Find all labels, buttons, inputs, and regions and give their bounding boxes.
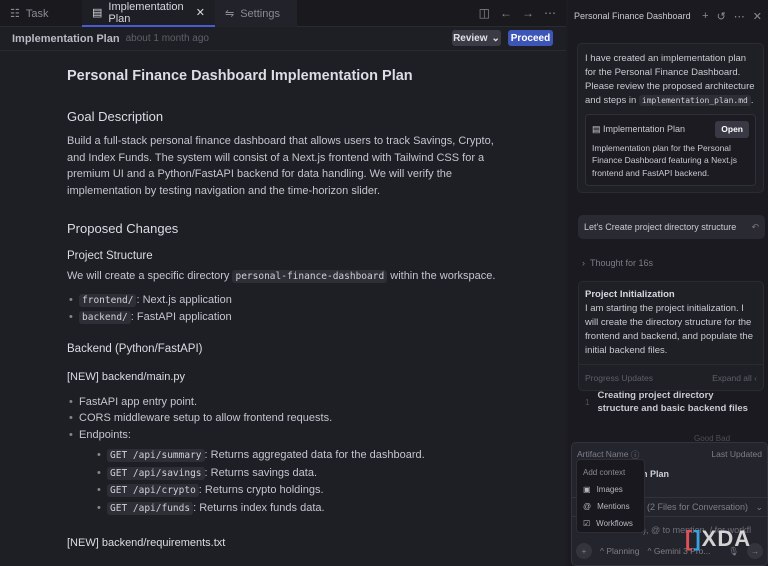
close-icon[interactable]: ✕ (753, 10, 762, 23)
heading-backend: Backend (Python/FastAPI) (67, 342, 203, 355)
goal-text: Build a full-stack personal finance dash… (67, 135, 494, 197)
file-icon: ▤ (92, 7, 103, 19)
menu-item-mentions[interactable]: @ Mentions (583, 498, 638, 515)
doc-timestamp: about 1 month ago (125, 33, 209, 44)
open-button[interactable]: Open (715, 121, 749, 138)
main-list: FastAPI app entry point. CORS middleware… (67, 394, 507, 444)
list-item: Endpoints: (67, 427, 507, 444)
panel-header: Personal Finance Dashboard + ↺ ⋯ ✕ (568, 0, 768, 32)
list-item: GET /api/funds: Returns index funds data… (95, 500, 507, 518)
artifact-card: ▤ Implementation Plan Open Implementation… (585, 114, 756, 186)
plus-icon[interactable]: + (702, 10, 708, 23)
list-item: CORS middleware setup to allow frontend … (67, 410, 507, 427)
heading-goal: Goal Description (67, 108, 164, 124)
endpoint-list: GET /api/summary: Returns aggregated dat… (67, 447, 507, 517)
proceed-button[interactable]: Proceed (508, 30, 553, 46)
more-icon[interactable]: ⋯ (544, 6, 556, 20)
thought-toggle[interactable]: › Thought for 16s (582, 258, 653, 268)
more-icon[interactable]: ⋯ (734, 10, 745, 23)
heading-requirements: [NEW] backend/requirements.txt (67, 537, 226, 549)
tab-implementation-plan[interactable]: ▤ Implementation Plan ✕ (82, 0, 215, 27)
agent-message: I have created an implementation plan fo… (577, 43, 764, 193)
expand-all-button[interactable]: Expand all ‹ (712, 371, 757, 385)
list-item: GET /api/savings: Returns savings data. (95, 465, 507, 483)
list-item: GET /api/crypto: Returns crypto holdings… (95, 482, 507, 500)
list-item: GET /api/summary: Returns aggregated dat… (95, 447, 507, 465)
tab-bar: ☷ Task ▤ Implementation Plan ✕ ⇋ Settings ◫ ←… (0, 0, 566, 27)
close-icon[interactable]: ✕ (196, 6, 205, 19)
list-item: backend/: FastAPI application (67, 309, 507, 327)
doc-title: Implementation Plan (12, 32, 120, 45)
menu-item-images[interactable]: ▣ Images (583, 481, 638, 498)
user-message: Let's Create project directory structure… (578, 215, 765, 239)
dir-list: frontend/: Next.js application backend/:… (67, 292, 507, 327)
heading-changes: Proposed Changes (67, 221, 179, 236)
structure-text: We will create a specific directory pers… (67, 270, 496, 283)
chevron-down-icon: ⌄ (491, 32, 500, 44)
tab-settings[interactable]: ⇋ Settings (215, 0, 297, 27)
at-icon: @ (583, 502, 592, 511)
back-icon[interactable]: ← (500, 6, 512, 20)
watermark-logo: []XDA (685, 526, 752, 551)
workflow-icon: ☑ (583, 519, 591, 528)
page-title: Personal Finance Dashboard Implementatio… (67, 68, 413, 84)
list-icon: ☷ (10, 8, 20, 20)
add-context-menu: Add context ▣ Images @ Mentions ☑ Workflows (576, 459, 645, 533)
forward-icon[interactable]: → (522, 6, 534, 20)
list-item: FastAPI app entry point. (67, 394, 507, 411)
heading-main-py: [NEW] backend/main.py (67, 371, 185, 383)
editor-pane: ☷ Task ▤ Implementation Plan ✕ ⇋ Settings ◫ ←… (0, 0, 566, 566)
mode-selector[interactable]: ^ Planning (600, 546, 639, 556)
document-body: Personal Finance Dashboard Implementatio… (67, 66, 507, 556)
file-icon: ▤ (592, 124, 604, 134)
sliders-icon: ⇋ (225, 8, 235, 20)
split-view-icon[interactable]: ◫ (479, 6, 490, 20)
list-item: frontend/: Next.js application (67, 292, 507, 310)
panel-title: Personal Finance Dashboard (574, 11, 691, 21)
menu-item-workflows[interactable]: ☑ Workflows (583, 515, 638, 532)
task-card: Project Initialization I am starting the… (578, 281, 764, 414)
history-icon[interactable]: ↺ (717, 10, 726, 23)
review-button[interactable]: Review ⌄ (452, 30, 501, 46)
heading-structure: Project Structure (67, 249, 153, 262)
undo-icon[interactable]: ↶ (751, 222, 759, 233)
tab-task[interactable]: ☷ Task (0, 0, 82, 27)
add-context-button[interactable]: + (576, 543, 592, 559)
image-icon: ▣ (583, 485, 591, 494)
